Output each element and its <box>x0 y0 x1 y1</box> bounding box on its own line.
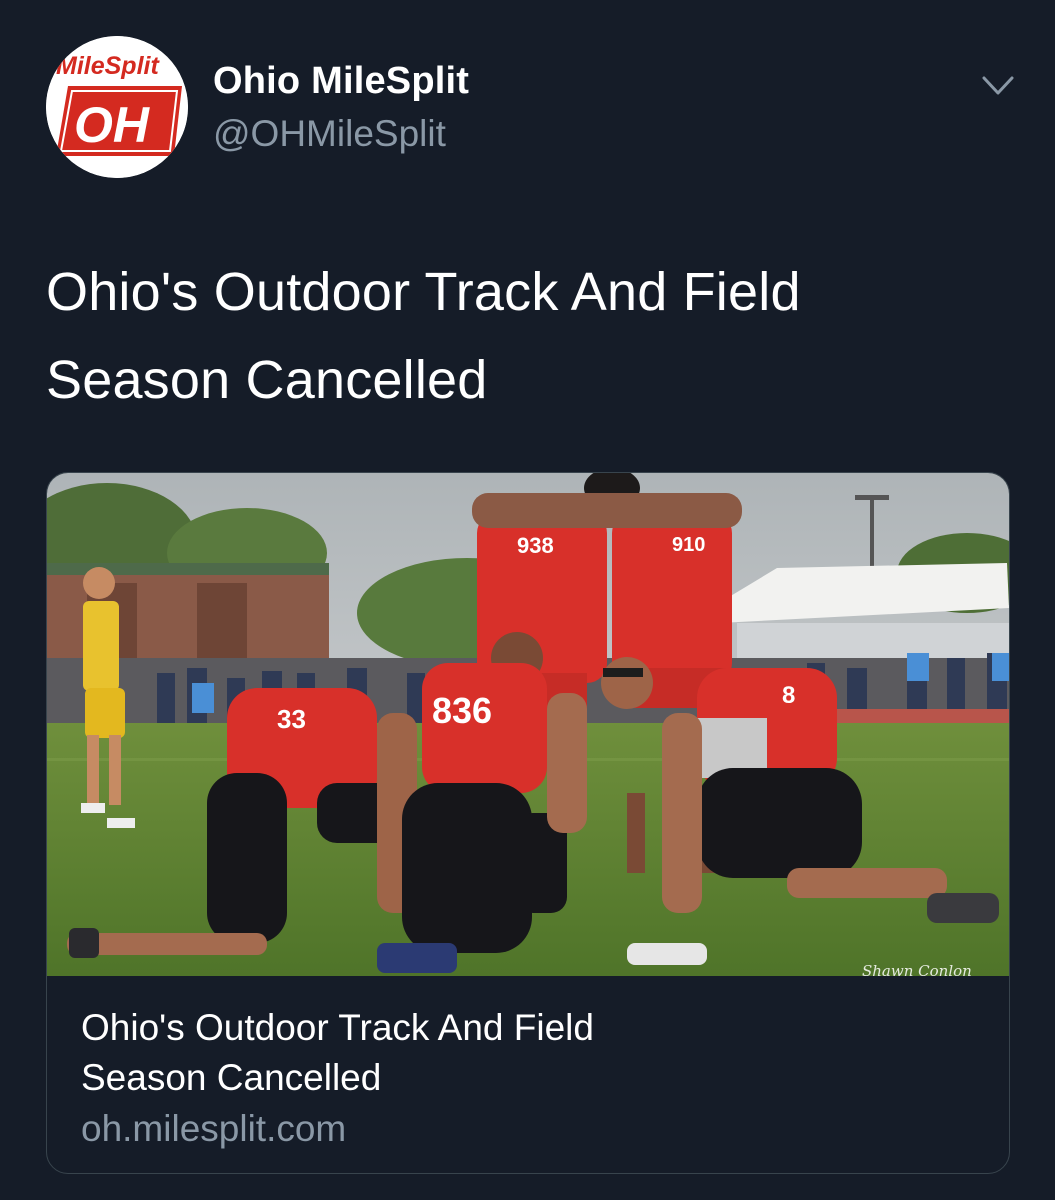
tweet-text-line-1: Ohio's Outdoor Track And Field <box>46 262 801 322</box>
svg-text:33: 33 <box>277 704 306 734</box>
tweet-text: Ohio's Outdoor Track And Field Season Ca… <box>46 248 1006 424</box>
link-card[interactable]: 938 910 33 836 8 Shawn Conlon Ohio's Out… <box>46 472 1010 1174</box>
avatar[interactable]: MileSplit OH <box>46 36 188 178</box>
chevron-down-icon[interactable] <box>978 68 1018 102</box>
link-card-image[interactable]: 938 910 33 836 8 Shawn Conlon <box>47 473 1009 976</box>
svg-text:OH: OH <box>74 97 150 153</box>
link-card-domain[interactable]: oh.milesplit.com <box>81 1105 346 1153</box>
photo-credit: Shawn Conlon <box>862 962 972 976</box>
svg-text:910: 910 <box>672 534 705 556</box>
svg-text:MileSplit: MileSplit <box>56 52 160 80</box>
link-card-title-line-2: Season Cancelled <box>81 1057 382 1098</box>
athletes-huddle-photo: 938 910 33 836 8 Shawn Conlon <box>47 473 1009 976</box>
svg-text:938: 938 <box>517 533 554 558</box>
link-card-title[interactable]: Ohio's Outdoor Track And Field Season Ca… <box>81 1003 961 1103</box>
svg-text:836: 836 <box>432 690 492 731</box>
milesplit-logo-icon: MileSplit OH <box>46 36 188 178</box>
tweet: MileSplit OH Ohio MileSplit @OHMileSplit… <box>0 0 1055 1200</box>
author-handle[interactable]: @OHMileSplit <box>213 113 446 155</box>
link-card-title-line-1: Ohio's Outdoor Track And Field <box>81 1007 594 1048</box>
tweet-text-line-2: Season Cancelled <box>46 350 488 410</box>
author-display-name[interactable]: Ohio MileSplit <box>213 60 469 103</box>
svg-text:8: 8 <box>782 682 795 709</box>
